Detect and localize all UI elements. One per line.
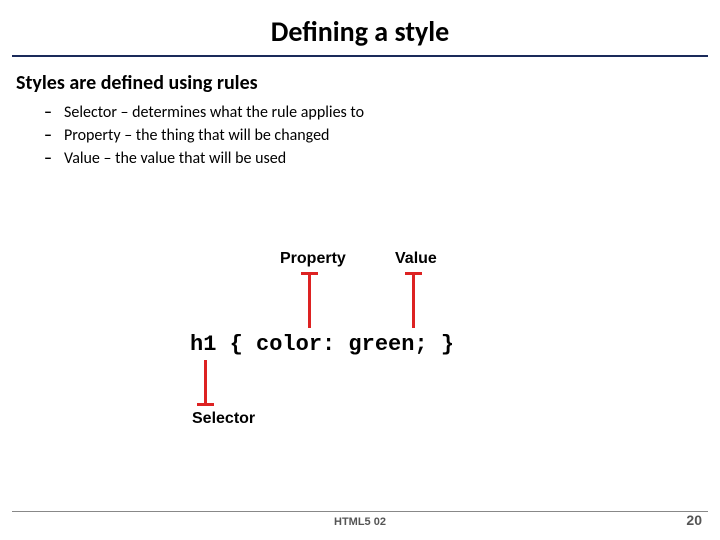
subheading: Styles are defined using rules <box>16 71 720 95</box>
pointer-property <box>308 272 311 328</box>
page-number: 20 <box>686 512 702 528</box>
label-property: Property <box>280 250 346 268</box>
bullet-item: Selector – determines what the rule appl… <box>44 103 720 122</box>
footer-text: HTML5 02 <box>0 516 720 528</box>
bullet-item: Value – the value that will be used <box>44 149 720 168</box>
slide-footer: HTML5 02 <box>0 511 720 528</box>
pointer-selector <box>204 360 207 406</box>
pointer-value <box>412 272 415 328</box>
title-divider <box>12 55 708 57</box>
bullet-list: Selector – determines what the rule appl… <box>44 103 720 168</box>
label-value: Value <box>395 250 437 268</box>
css-rule-diagram: Property Value h1 { color: green; } Sele… <box>0 250 720 480</box>
code-example: h1 { color: green; } <box>190 332 454 357</box>
footer-divider <box>12 511 708 512</box>
bullet-item: Property – the thing that will be change… <box>44 126 720 145</box>
slide-title: Defining a style <box>271 14 450 49</box>
label-selector: Selector <box>192 410 255 428</box>
